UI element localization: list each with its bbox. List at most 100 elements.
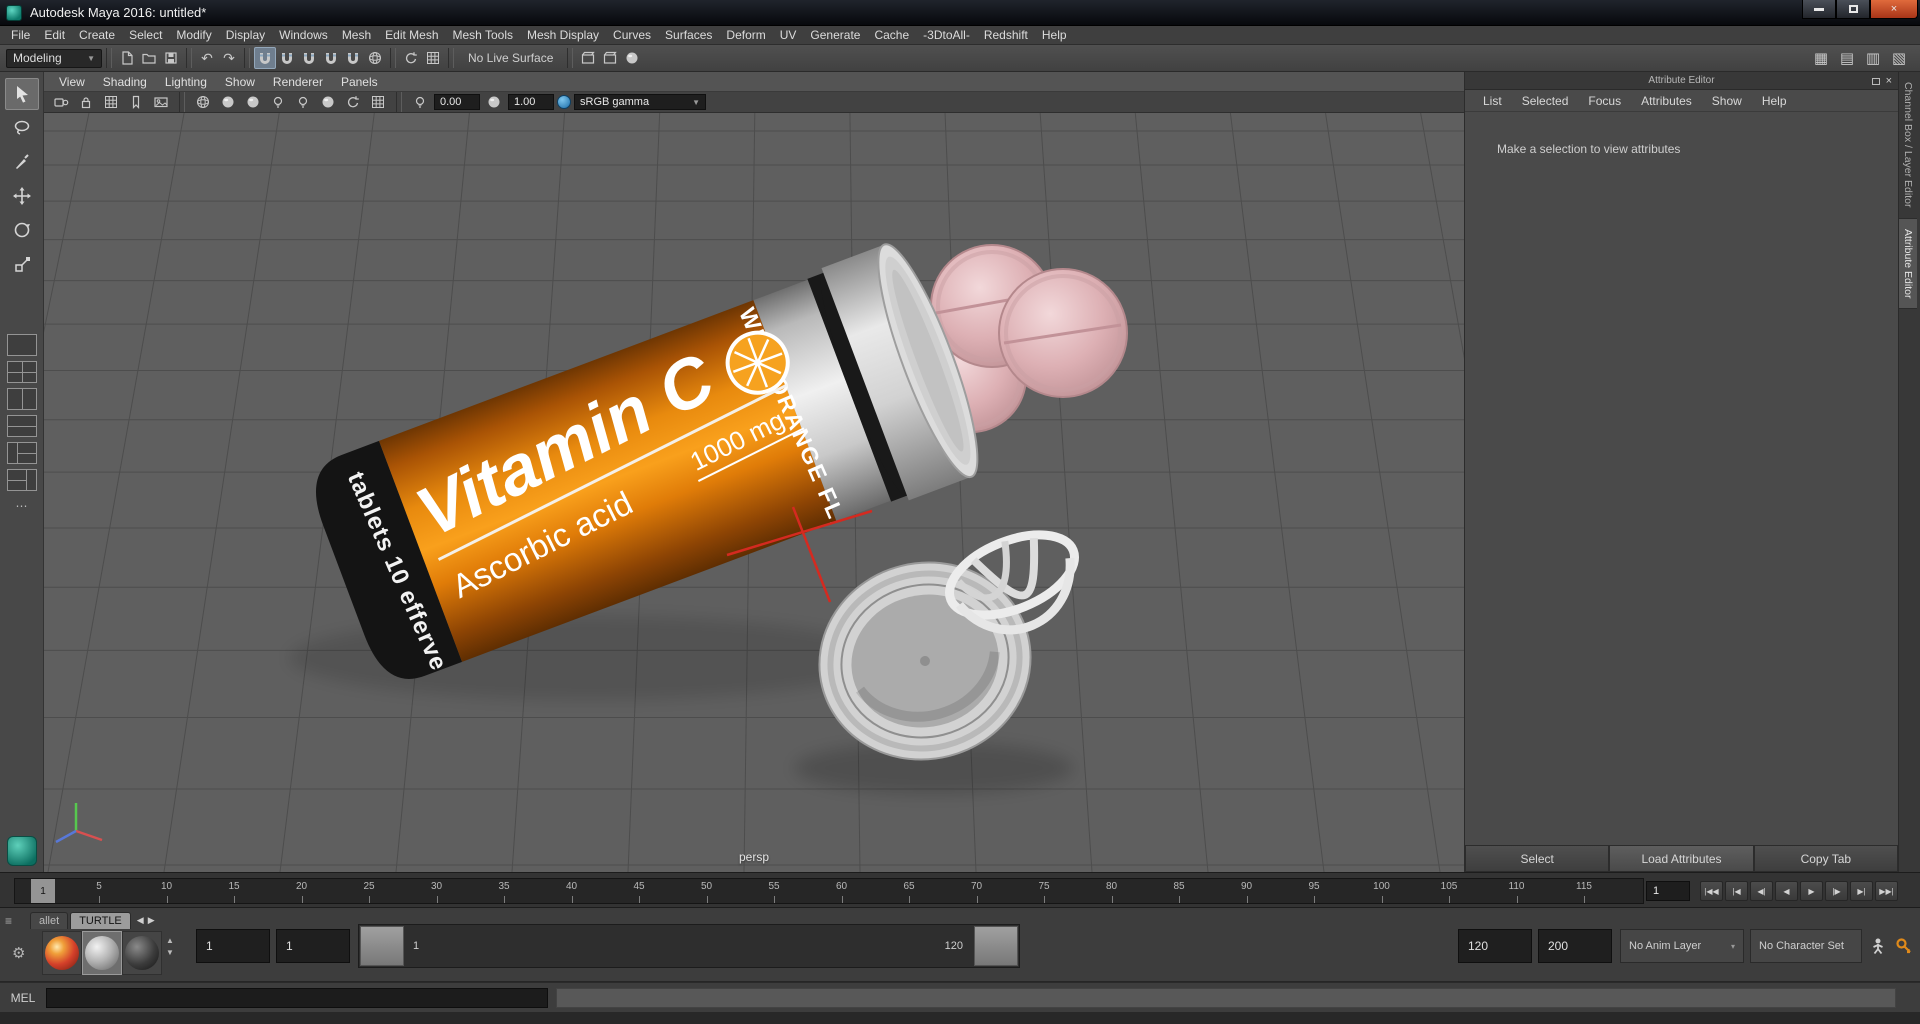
select-tool-button[interactable] [4, 78, 39, 110]
shadows-button[interactable] [292, 91, 314, 113]
palette-tab-turtle[interactable]: TURTLE [70, 912, 131, 929]
color-management-icon[interactable] [557, 95, 571, 109]
step-back-frame-button[interactable]: ◀| [1750, 881, 1773, 901]
menu-select[interactable]: Select [122, 26, 169, 45]
snap-to-points-button[interactable] [298, 47, 320, 69]
material-swatch-3[interactable] [122, 931, 162, 975]
render-current-frame-button[interactable] [577, 47, 599, 69]
close-button[interactable]: × [1870, 0, 1918, 19]
load-attributes-button[interactable]: Load Attributes [1609, 845, 1754, 872]
layout-single-pane-button[interactable] [6, 334, 37, 356]
menu-edit-mesh[interactable]: Edit Mesh [378, 26, 445, 45]
menu-3dtoall[interactable]: -3DtoAll- [916, 26, 977, 45]
layout-three-pane-left-button[interactable] [6, 442, 37, 464]
shaded-display-button[interactable] [217, 91, 239, 113]
snap-to-projected-center-button[interactable] [320, 47, 342, 69]
character-set-dropdown[interactable]: No Character Set [1750, 929, 1862, 963]
menu-help[interactable]: Help [1035, 26, 1074, 45]
menu-generate[interactable]: Generate [803, 26, 867, 45]
palette-tab-pallet[interactable]: allet [30, 912, 69, 929]
playback-end-field[interactable]: 120 [1458, 929, 1532, 963]
view-transform-dropdown[interactable]: sRGB gamma ▼ [574, 94, 706, 110]
scale-tool-button[interactable] [5, 248, 39, 280]
tab-attribute-editor[interactable]: Attribute Editor [1899, 218, 1917, 309]
range-end-handle[interactable] [974, 926, 1018, 966]
ae-menu-attributes[interactable]: Attributes [1631, 94, 1702, 108]
menu-redshift[interactable]: Redshift [977, 26, 1035, 45]
step-back-key-button[interactable]: |◀ [1725, 881, 1748, 901]
ae-menu-selected[interactable]: Selected [1512, 94, 1579, 108]
use-all-lights-button[interactable] [267, 91, 289, 113]
paint-select-tool-button[interactable] [5, 146, 39, 178]
menu-modify[interactable]: Modify [169, 26, 218, 45]
new-scene-button[interactable] [116, 47, 138, 69]
render-settings-button[interactable] [621, 47, 643, 69]
menu-file[interactable]: File [4, 26, 37, 45]
ambient-occlusion-button[interactable] [317, 91, 339, 113]
panel-menu-shading[interactable]: Shading [94, 75, 156, 89]
character-set-button[interactable] [1866, 932, 1890, 960]
ipr-render-button[interactable] [599, 47, 621, 69]
go-to-start-button[interactable]: |◀◀ [1700, 881, 1723, 901]
current-time-marker[interactable]: 1 [31, 879, 55, 903]
animation-start-field[interactable]: 1 [196, 929, 270, 963]
undo-button[interactable]: ↶ [196, 47, 218, 69]
menu-mesh[interactable]: Mesh [335, 26, 378, 45]
viewport-3d[interactable]: tablets 10 efferves WITH ORANGE FLAVOR V… [44, 113, 1464, 872]
sidebar-toggle-tool-settings[interactable]: ▤ [1836, 48, 1858, 70]
make-live-button[interactable] [364, 47, 386, 69]
range-start-handle[interactable] [360, 926, 404, 966]
play-forwards-button[interactable]: ▶ [1800, 881, 1823, 901]
ae-menu-show[interactable]: Show [1702, 94, 1752, 108]
select-button[interactable]: Select [1465, 845, 1610, 872]
rotate-tool-button[interactable] [5, 214, 39, 246]
menu-windows[interactable]: Windows [272, 26, 335, 45]
material-swatch-2[interactable] [82, 931, 122, 975]
command-language-toggle[interactable]: MEL [0, 991, 46, 1005]
menu-edit[interactable]: Edit [37, 26, 72, 45]
sidebar-toggle-attribute-editor[interactable]: ▦ [1810, 48, 1832, 70]
gamma-field[interactable]: 1.00 [508, 94, 554, 110]
panel-menu-panels[interactable]: Panels [332, 75, 387, 89]
panel-menu-view[interactable]: View [50, 75, 94, 89]
layout-more-button[interactable]: ⋯ [16, 499, 28, 513]
wireframe-display-button[interactable] [192, 91, 214, 113]
command-input[interactable] [46, 987, 548, 1008]
construction-history-button[interactable] [400, 47, 422, 69]
palette-prev-icon[interactable]: ◀ [137, 915, 144, 926]
sidebar-toggle-channel-box[interactable]: ▥ [1862, 48, 1884, 70]
bookmark-button[interactable] [125, 91, 147, 113]
anim-layer-dropdown[interactable]: No Anim Layer ▾ [1620, 929, 1744, 963]
gamma-button[interactable] [483, 91, 505, 113]
move-tool-button[interactable] [5, 180, 39, 212]
step-forward-key-button[interactable]: ▶| [1850, 881, 1873, 901]
tube-cap-object[interactable] [798, 540, 1051, 781]
attribute-editor-header[interactable]: Attribute Editor × [1465, 72, 1898, 90]
camera-attributes-button[interactable] [100, 91, 122, 113]
range-slider[interactable]: 1 120 [358, 924, 1020, 968]
menu-mesh-display[interactable]: Mesh Display [520, 26, 606, 45]
menu-uv[interactable]: UV [773, 26, 804, 45]
close-icon[interactable]: × [1886, 75, 1892, 87]
play-backwards-button[interactable]: ◀ [1775, 881, 1798, 901]
go-to-end-button[interactable]: ▶▶| [1875, 881, 1898, 901]
undock-icon[interactable] [1871, 77, 1880, 85]
menu-display[interactable]: Display [219, 26, 272, 45]
menu-deform[interactable]: Deform [719, 26, 772, 45]
lock-camera-button[interactable] [75, 91, 97, 113]
material-swatch-1[interactable] [42, 931, 82, 975]
snap-to-grids-button[interactable] [254, 47, 276, 69]
panel-menu-renderer[interactable]: Renderer [264, 75, 332, 89]
textured-display-button[interactable] [242, 91, 264, 113]
palette-next-icon[interactable]: ▶ [148, 915, 155, 926]
animation-end-field[interactable]: 200 [1538, 929, 1612, 963]
panel-menu-lighting[interactable]: Lighting [156, 75, 216, 89]
panel-menu-show[interactable]: Show [216, 75, 264, 89]
current-frame-field[interactable]: 1 [1646, 881, 1690, 901]
isolate-select-button[interactable] [367, 91, 389, 113]
palette-menu-icon[interactable]: ≡ [5, 914, 12, 928]
save-scene-button[interactable] [160, 47, 182, 69]
copy-tab-button[interactable]: Copy Tab [1753, 845, 1898, 872]
layout-two-pane-side-button[interactable] [6, 388, 37, 410]
menu-create[interactable]: Create [72, 26, 122, 45]
